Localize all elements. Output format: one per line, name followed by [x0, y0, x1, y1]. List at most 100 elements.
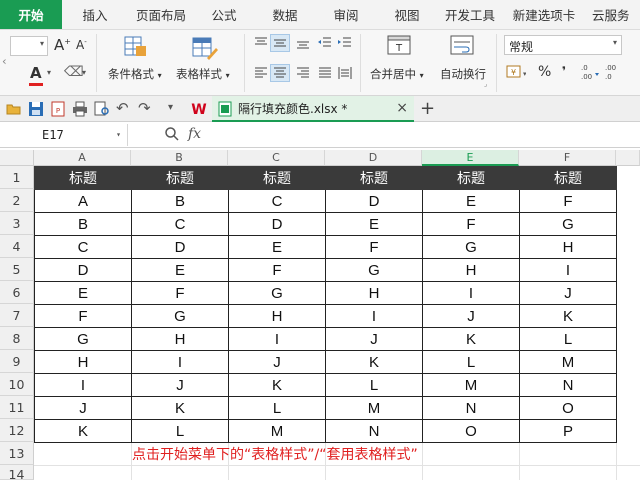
row-header-6[interactable]: 6	[0, 281, 34, 304]
column-header-e[interactable]: E	[422, 150, 519, 166]
export-pdf-icon[interactable]: P	[50, 101, 66, 120]
formula-input[interactable]	[214, 124, 638, 146]
table-cell[interactable]: H	[422, 258, 520, 282]
font-color-icon[interactable]: A	[29, 64, 43, 86]
row-header-14[interactable]: 14	[0, 465, 34, 480]
row-header-2[interactable]: 2	[0, 189, 34, 212]
table-cell[interactable]: G	[519, 212, 617, 236]
table-cell[interactable]: K	[325, 350, 423, 374]
table-cell[interactable]: B	[131, 189, 229, 213]
row-header-10[interactable]: 10	[0, 373, 34, 396]
merge-center-button[interactable]: 合并居中 ▾	[370, 66, 424, 82]
table-cell[interactable]: F	[34, 304, 132, 328]
document-tab[interactable]: 隔行填充颜色.xlsx * ×	[212, 96, 414, 122]
table-cell[interactable]: L	[131, 419, 229, 443]
table-cell[interactable]: G	[131, 304, 229, 328]
table-cell[interactable]: M	[228, 419, 326, 443]
merge-center-icon[interactable]: T	[387, 34, 411, 61]
table-cell[interactable]: H	[519, 235, 617, 259]
print-icon[interactable]	[72, 101, 88, 120]
number-format-select[interactable]: 常规 ▾	[504, 35, 622, 55]
table-cell[interactable]: K	[422, 327, 520, 351]
table-cell[interactable]: N	[325, 419, 423, 443]
font-color-dropdown-icon[interactable]: ▾	[47, 68, 51, 77]
table-cell[interactable]: P	[519, 419, 617, 443]
row-header-11[interactable]: 11	[0, 396, 34, 419]
table-cell[interactable]: B	[34, 212, 132, 236]
conditional-format-button[interactable]: 条件格式 ▾	[108, 66, 162, 82]
table-cell[interactable]: I	[228, 327, 326, 351]
tab-page-layout[interactable]: 页面布局	[128, 0, 194, 29]
table-cell[interactable]: I	[325, 304, 423, 328]
table-cell[interactable]: E	[325, 212, 423, 236]
table-cell[interactable]: D	[228, 212, 326, 236]
table-cell[interactable]: C	[131, 212, 229, 236]
open-folder-icon[interactable]	[6, 101, 22, 120]
table-cell[interactable]: D	[325, 189, 423, 213]
name-box[interactable]: E17 ▾	[0, 124, 128, 146]
distributed-align-icon[interactable]	[338, 66, 352, 83]
redo-icon[interactable]: ↷	[138, 99, 151, 117]
tab-new-tab[interactable]: 新建选项卡	[502, 0, 586, 29]
header-cell[interactable]: 标题	[519, 166, 617, 190]
row-header-9[interactable]: 9	[0, 350, 34, 373]
align-left-icon[interactable]	[254, 66, 268, 83]
table-cell[interactable]: H	[228, 304, 326, 328]
row-header-5[interactable]: 5	[0, 258, 34, 281]
table-style-icon[interactable]	[192, 36, 218, 60]
table-cell[interactable]: H	[34, 350, 132, 374]
table-cell[interactable]: F	[131, 281, 229, 305]
table-cell[interactable]: J	[34, 396, 132, 420]
wps-logo-icon[interactable]: W	[190, 100, 208, 121]
table-cell[interactable]: M	[422, 373, 520, 397]
row-header-13[interactable]: 13	[0, 442, 34, 465]
table-cell[interactable]: H	[131, 327, 229, 351]
table-style-button[interactable]: 表格样式 ▾	[176, 66, 230, 82]
table-cell[interactable]: D	[131, 235, 229, 259]
tab-home[interactable]: 开始	[0, 0, 62, 29]
ribbon-scroll-left-icon[interactable]: ‹	[2, 54, 7, 68]
table-cell[interactable]: O	[422, 419, 520, 443]
header-cell[interactable]: 标题	[422, 166, 520, 190]
undo-icon[interactable]: ↶	[116, 99, 129, 117]
close-tab-button[interactable]: ×	[396, 100, 408, 116]
table-cell[interactable]: K	[519, 304, 617, 328]
table-cell[interactable]: F	[228, 258, 326, 282]
table-cell[interactable]: G	[325, 258, 423, 282]
table-cell[interactable]: E	[131, 258, 229, 282]
table-cell[interactable]: C	[228, 189, 326, 213]
table-cell[interactable]: L	[519, 327, 617, 351]
table-cell[interactable]: L	[325, 373, 423, 397]
tab-view[interactable]: 视图	[376, 0, 438, 29]
column-header-f[interactable]: F	[519, 150, 616, 166]
row-header-8[interactable]: 8	[0, 327, 34, 350]
justify-icon[interactable]	[318, 66, 332, 83]
header-cell[interactable]: 标题	[228, 166, 326, 190]
table-cell[interactable]: O	[519, 396, 617, 420]
table-cell[interactable]: G	[228, 281, 326, 305]
table-cell[interactable]: K	[228, 373, 326, 397]
clear-format-icon[interactable]: ⌫	[64, 64, 84, 80]
row-header-12[interactable]: 12	[0, 419, 34, 442]
table-cell[interactable]: I	[519, 258, 617, 282]
table-cell[interactable]: G	[34, 327, 132, 351]
tab-insert[interactable]: 插入	[62, 0, 128, 29]
table-cell[interactable]: E	[228, 235, 326, 259]
table-cell[interactable]: M	[325, 396, 423, 420]
table-cell[interactable]: G	[422, 235, 520, 259]
percent-button[interactable]: %	[538, 64, 551, 80]
table-cell[interactable]: F	[519, 189, 617, 213]
header-cell[interactable]: 标题	[131, 166, 229, 190]
table-cell[interactable]: J	[131, 373, 229, 397]
conditional-format-icon[interactable]	[124, 36, 148, 58]
row-header-4[interactable]: 4	[0, 235, 34, 258]
tab-developer[interactable]: 开发工具	[438, 0, 502, 29]
table-cell[interactable]: H	[325, 281, 423, 305]
align-middle-icon[interactable]	[270, 34, 290, 52]
tab-data[interactable]: 数据	[254, 0, 316, 29]
currency-icon[interactable]: ¥ ▾	[506, 64, 527, 83]
table-cell[interactable]: M	[519, 350, 617, 374]
customize-toolbar-icon[interactable]: ▾	[168, 102, 173, 113]
table-cell[interactable]: I	[422, 281, 520, 305]
alignment-dialog-launcher-icon[interactable]: ⌟	[484, 80, 487, 88]
